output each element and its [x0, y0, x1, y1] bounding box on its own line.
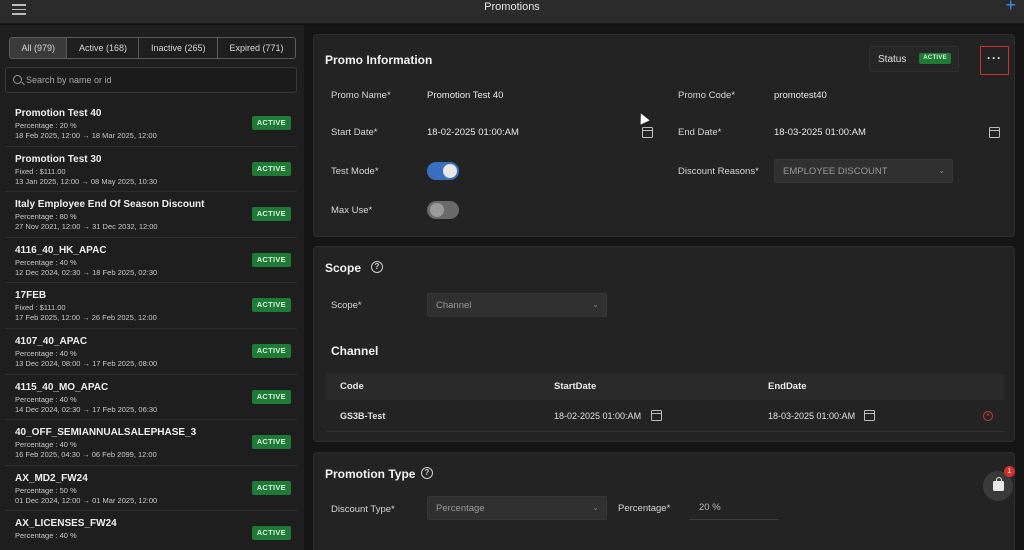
tab-active[interactable]: Active (168) — [67, 38, 140, 58]
channel-title: Channel — [331, 344, 379, 358]
promo-info-card: Promo Information Status ACTIVE ··· Prom… — [313, 34, 1015, 237]
promotion-dates: 14 Dec 2024, 02:30 → 17 Feb 2025, 06:30 — [15, 404, 158, 414]
percentage-label: Percentage* — [618, 503, 671, 514]
promotions-sidebar: All (979) Active (168) Inactive (265) Ex… — [0, 25, 304, 550]
promotion-dates: 27 Nov 2021, 12:00 → 31 Dec 2032, 12:00 — [15, 222, 158, 232]
promotion-dates: 18 Feb 2025, 12:00 → 18 Mar 2025, 12:00 — [15, 131, 157, 140]
status-badge: ACTIVE — [251, 343, 291, 358]
status-badge: ACTIVE — [251, 480, 291, 495]
promotion-dates: 13 Dec 2024, 08:00 → 17 Feb 2025, 08:00 — [15, 358, 158, 368]
percentage-value: 20 % — [699, 502, 721, 513]
cart-button[interactable]: 1 — [983, 466, 1015, 501]
percentage-input[interactable]: 20 % — [689, 496, 779, 520]
status-badge: ACTIVE — [251, 252, 291, 267]
help-icon[interactable]: ? — [421, 467, 433, 479]
calendar-icon[interactable] — [642, 127, 653, 138]
max-use-toggle[interactable] — [427, 201, 459, 219]
promotion-detail: Promo Information Status ACTIVE ··· Prom… — [304, 25, 1024, 550]
list-item[interactable]: Promotion Test 30 Fixed : $111.00 13 Jan… — [5, 147, 297, 193]
cart-count-badge: 1 — [1004, 466, 1015, 477]
list-item[interactable]: 17FEB Fixed : $111.00 17 Feb 2025, 12:00… — [5, 283, 297, 329]
status-badge: ACTIVE — [251, 207, 291, 222]
list-item[interactable]: 40_OFF_SEMIANNUALSALEPHASE_3 Percentage … — [5, 420, 297, 466]
status-badge: ACTIVE — [919, 53, 951, 64]
status-badge: ACTIVE — [251, 298, 291, 313]
search-icon — [13, 75, 22, 84]
chevron-down-icon: ⌄ — [592, 503, 599, 512]
discount-type-select[interactable]: Percentage ⌄ — [427, 496, 607, 520]
promo-code-value[interactable]: promotest40 — [774, 90, 827, 101]
search-box — [5, 67, 297, 93]
calendar-icon[interactable] — [989, 127, 1000, 138]
status-badge: ACTIVE — [251, 526, 291, 541]
promo-name-label: Promo Name* — [331, 90, 391, 101]
promotion-dates: 16 Feb 2025, 04:30 → 06 Feb 2099, 12:00 — [15, 450, 157, 460]
section-title: Promotion Type — [325, 467, 416, 481]
channel-start-date[interactable]: 18-02-2025 01:00:AM — [554, 411, 641, 421]
table-header: Code StartDate EndDate — [326, 374, 1004, 400]
list-item[interactable]: 4107_40_APAC Percentage : 40 % 13 Dec 20… — [5, 329, 297, 375]
shopping-bag-icon — [993, 477, 1004, 491]
column-header: StartDate — [554, 381, 597, 392]
promo-name-value[interactable]: Promotion Test 40 — [427, 90, 503, 101]
promotion-dates: 12 Dec 2024, 02:30 → 18 Feb 2025, 02:30 — [15, 267, 158, 277]
promotion-dates: 17 Feb 2025, 12:00 → 26 Feb 2025, 12:00 — [15, 313, 157, 323]
start-date-label: Start Date* — [331, 127, 378, 138]
test-mode-label: Test Mode* — [331, 166, 379, 177]
remove-icon[interactable]: × — [983, 411, 993, 421]
status-badge: ACTIVE — [251, 116, 291, 130]
status-box: Status ACTIVE — [869, 46, 959, 72]
help-icon[interactable]: ? — [371, 261, 383, 273]
tab-all[interactable]: All (979) — [10, 38, 68, 58]
scope-card: Scope ? Scope* Channel ⌄ Channel Code St… — [313, 246, 1015, 442]
promo-code-label: Promo Code* — [678, 90, 736, 101]
channel-end-date[interactable]: 18-03-2025 01:00:AM — [768, 411, 855, 421]
tab-inactive[interactable]: Inactive (265) — [139, 38, 218, 58]
discount-type-label: Discount Type* — [331, 504, 395, 515]
select-value: Channel — [436, 300, 472, 311]
calendar-icon[interactable] — [651, 410, 662, 421]
scope-label: Scope* — [331, 300, 362, 311]
end-date-label: End Date* — [678, 127, 722, 138]
more-options-button[interactable]: ··· — [980, 46, 1009, 75]
list-item[interactable]: AX_LICENSES_FW24 Percentage : 40 % ACTIV… — [5, 511, 297, 550]
status-badge: ACTIVE — [251, 389, 291, 404]
section-title: Promo Information — [325, 53, 433, 67]
max-use-label: Max Use* — [331, 205, 373, 216]
filter-tabs: All (979) Active (168) Inactive (265) Ex… — [9, 37, 296, 59]
column-header: EndDate — [768, 381, 807, 392]
list-item[interactable]: Italy Employee End Of Season Discount Pe… — [5, 192, 297, 238]
section-title: Scope — [325, 261, 362, 275]
promotion-dates: 01 Dec 2024, 12:00 → 01 Mar 2025, 12:00 — [15, 495, 158, 505]
status-badge: ACTIVE — [251, 435, 291, 450]
test-mode-toggle[interactable] — [427, 162, 459, 180]
column-header: Code — [340, 381, 364, 392]
status-label: Status — [878, 54, 907, 65]
top-bar: Promotions + — [0, 0, 1024, 24]
search-input[interactable] — [26, 72, 286, 88]
page-title: Promotions — [484, 1, 540, 13]
list-item[interactable]: 4116_40_HK_APAC Percentage : 40 % 12 Dec… — [5, 238, 297, 284]
discount-reasons-select[interactable]: EMPLOYEE DISCOUNT ⌄ — [774, 159, 953, 183]
table-row: GS3B-Test 18-02-2025 01:00:AM 18-03-2025… — [326, 400, 1004, 432]
promotion-list: Promotion Test 40 Percentage : 20 % 18 F… — [5, 101, 297, 550]
select-value: EMPLOYEE DISCOUNT — [783, 166, 888, 177]
list-item[interactable]: Promotion Test 40 Percentage : 20 % 18 F… — [5, 101, 297, 147]
discount-reasons-label: Discount Reasons* — [678, 166, 759, 177]
calendar-icon[interactable] — [864, 410, 875, 421]
select-value: Percentage — [436, 503, 485, 514]
status-badge: ACTIVE — [251, 161, 291, 176]
list-item[interactable]: 4115_40_MO_APAC Percentage : 40 % 14 Dec… — [5, 375, 297, 421]
chevron-down-icon: ⌄ — [938, 166, 945, 175]
channel-code: GS3B-Test — [340, 411, 386, 421]
start-date-value[interactable]: 18-02-2025 01:00:AM — [427, 127, 519, 138]
chevron-down-icon: ⌄ — [592, 300, 599, 309]
tab-expired[interactable]: Expired (771) — [218, 38, 295, 58]
plus-icon[interactable]: + — [1005, 0, 1016, 14]
scope-select[interactable]: Channel ⌄ — [427, 293, 607, 317]
list-item[interactable]: AX_MD2_FW24 Percentage : 50 % 01 Dec 202… — [5, 466, 297, 512]
promotion-type-card: Promotion Type ? Discount Type* Percenta… — [313, 452, 1015, 550]
promotion-dates: 13 Jan 2025, 12:00 → 08 May 2025, 10:30 — [15, 176, 158, 186]
end-date-value[interactable]: 18-03-2025 01:00:AM — [774, 127, 866, 138]
